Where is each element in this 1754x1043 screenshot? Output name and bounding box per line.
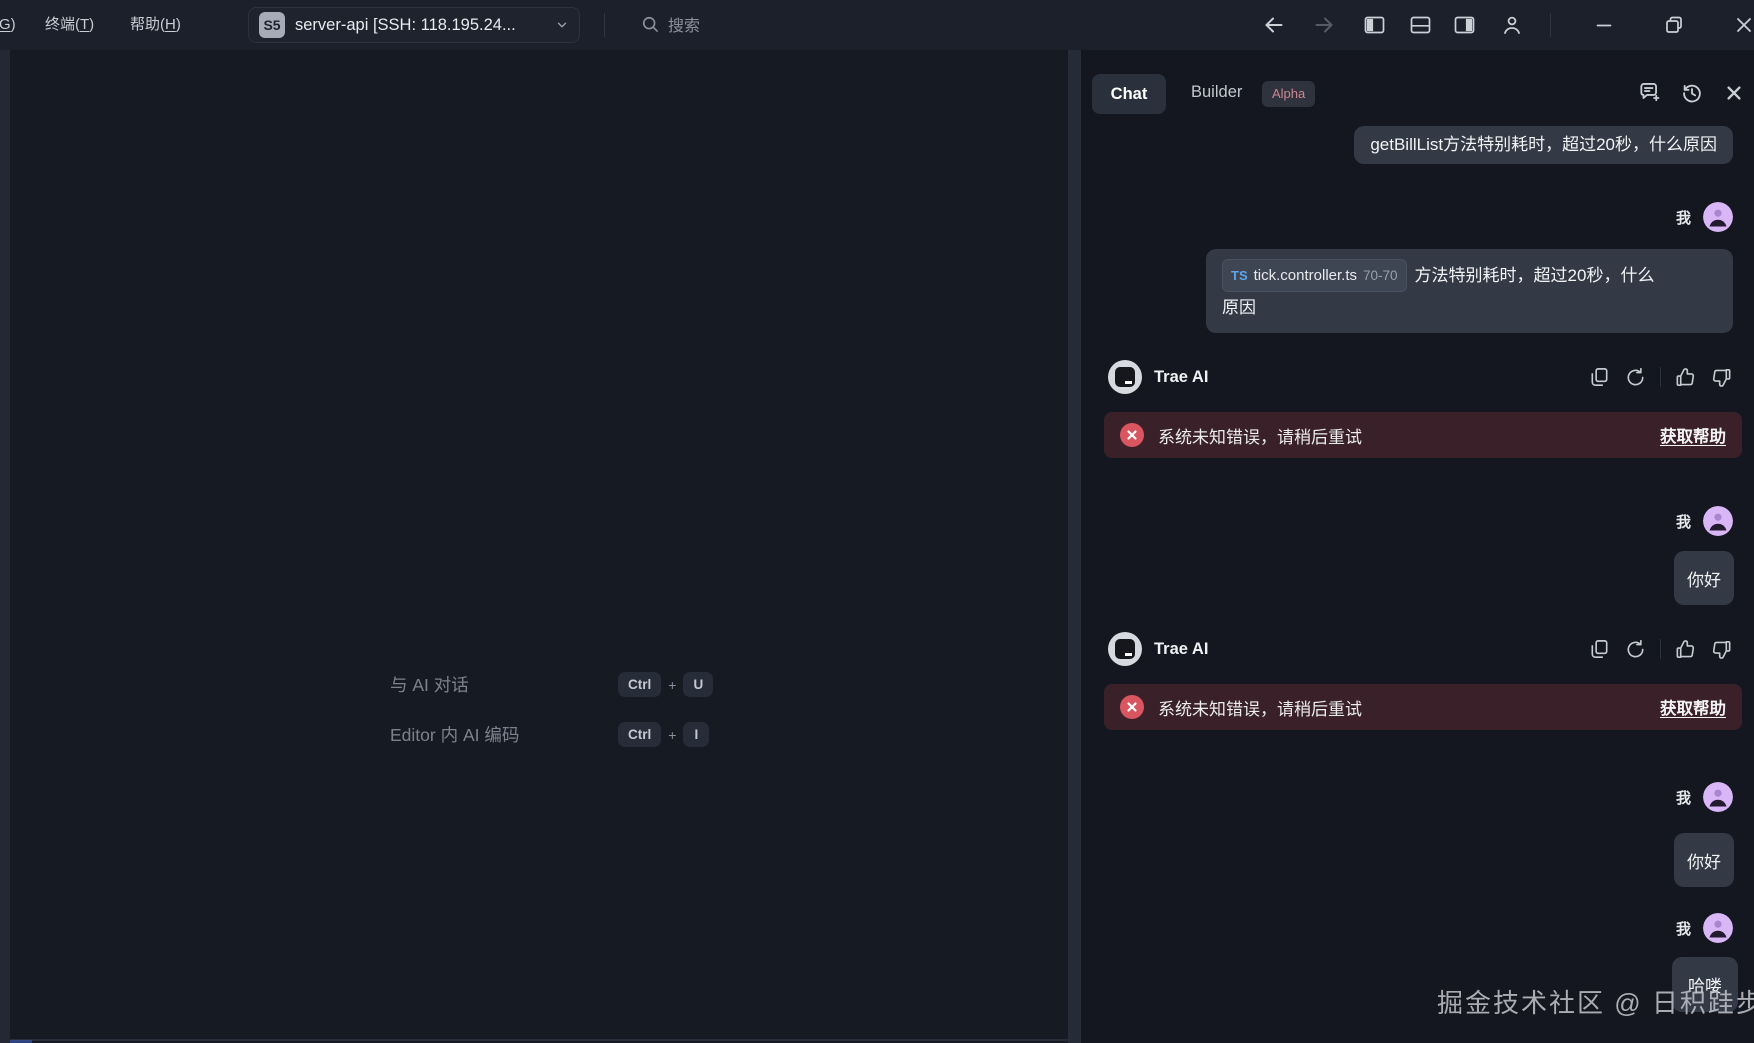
search-icon (640, 14, 660, 34)
user-meta-row: 我 (1676, 913, 1733, 943)
user-avatar (1703, 506, 1733, 536)
assistant-header-row: Trae AI (1108, 360, 1733, 394)
keycap-plus: + (668, 677, 676, 693)
workspace-title: server-api [SSH: 118.195.24... (295, 16, 516, 35)
actions-separator (1660, 367, 1661, 387)
ts-file-icon: TS (1231, 261, 1248, 290)
user-avatar (1703, 782, 1733, 812)
keycap-ctrl: Ctrl (618, 672, 661, 697)
tab-chat[interactable]: Chat (1092, 74, 1166, 114)
error-text: 系统未知错误，请稍后重试 (1158, 423, 1362, 448)
user-label: 我 (1676, 918, 1691, 939)
activity-bar-strip (0, 50, 10, 1043)
hint-inline-edit-label: Editor 内 AI 编码 (390, 722, 618, 747)
thumbs-down-icon[interactable] (1710, 366, 1733, 389)
user-meta-row: 我 (1676, 506, 1733, 536)
file-reference-chip[interactable]: TS tick.controller.ts 70-70 (1222, 259, 1407, 292)
menu-item-cut[interactable]: (G) (0, 14, 16, 36)
assistant-name: Trae AI (1154, 640, 1208, 659)
assistant-header-row: Trae AI (1108, 632, 1733, 666)
user-label: 我 (1676, 511, 1691, 532)
thumbs-down-icon[interactable] (1710, 638, 1733, 661)
menu-item-help[interactable]: 帮助(H) (130, 14, 181, 36)
title-bar: (G) 终端(T) 帮助(H) S5 server-api [SSH: 118.… (0, 0, 1754, 50)
user-label: 我 (1676, 787, 1691, 808)
search-input[interactable]: 搜索 (640, 12, 700, 36)
nav-forward-icon[interactable] (1312, 13, 1336, 37)
toggle-right-sidebar-icon[interactable] (1452, 13, 1476, 37)
hint-inline-edit-shortcut: Editor 内 AI 编码 Ctrl + I (390, 722, 709, 747)
user-label: 我 (1676, 207, 1691, 228)
trae-ai-avatar (1108, 632, 1142, 666)
nav-back-icon[interactable] (1262, 13, 1286, 37)
titlebar-separator-2 (1550, 13, 1551, 37)
copy-icon[interactable] (1588, 638, 1611, 661)
user-message-bubble-with-file: TS tick.controller.ts 70-70 方法特别耗时，超过20秒… (1206, 249, 1733, 333)
toggle-bottom-panel-icon[interactable] (1408, 13, 1432, 37)
user-message-bubble: getBillList方法特别耗时，超过20秒，什么原因 (1354, 126, 1733, 164)
editor-area[interactable]: 与 AI 对话 Ctrl + U Editor 内 AI 编码 Ctrl + I (10, 50, 1068, 1043)
menu-item-terminal[interactable]: 终端(T) (45, 14, 94, 36)
user-avatar (1703, 913, 1733, 943)
trae-ai-avatar (1108, 360, 1142, 394)
keycap-u: U (683, 672, 713, 697)
line-range: 70-70 (1363, 261, 1398, 290)
workspace-switcher[interactable]: S5 server-api [SSH: 118.195.24... (248, 7, 580, 43)
alpha-badge: Alpha (1262, 81, 1315, 107)
error-icon (1120, 695, 1144, 719)
error-icon (1120, 423, 1144, 447)
panel-resize-handle[interactable] (1068, 50, 1081, 1043)
keycap-ctrl: Ctrl (618, 722, 661, 747)
error-banner: 系统未知错误，请稍后重试 获取帮助 (1104, 684, 1742, 730)
hint-chat-label: 与 AI 对话 (390, 672, 618, 697)
new-chat-icon[interactable] (1637, 80, 1663, 106)
tab-builder[interactable]: Builder (1191, 83, 1242, 102)
watermark: 掘金技术社区 @ 日积跬步 (1437, 983, 1754, 1020)
message-text-line2: 原因 (1222, 293, 1717, 322)
hint-chat-shortcut: 与 AI 对话 Ctrl + U (390, 672, 713, 697)
user-message-bubble: 你好 (1674, 551, 1734, 605)
history-icon[interactable] (1679, 80, 1705, 106)
titlebar-separator (604, 13, 605, 37)
window-minimize-icon[interactable] (1592, 13, 1616, 37)
error-banner: 系统未知错误，请稍后重试 获取帮助 (1104, 412, 1742, 458)
search-placeholder: 搜索 (668, 12, 700, 36)
window-close-icon[interactable] (1732, 13, 1754, 37)
copy-icon[interactable] (1588, 366, 1611, 389)
user-meta-row: 我 (1676, 202, 1733, 232)
ai-chat-panel: Chat Builder Alpha getBillList方法特别耗时，超过2… (1081, 50, 1754, 1043)
actions-separator (1660, 639, 1661, 659)
keycap-plus: + (668, 727, 676, 743)
editor-bottom-line (10, 1039, 1068, 1041)
regenerate-icon[interactable] (1624, 638, 1647, 661)
thumbs-up-icon[interactable] (1674, 366, 1697, 389)
account-icon[interactable] (1500, 13, 1524, 37)
keycap-i: I (683, 722, 709, 747)
chevron-down-icon (555, 18, 569, 32)
thumbs-up-icon[interactable] (1674, 638, 1697, 661)
window-restore-icon[interactable] (1662, 13, 1686, 37)
user-meta-row: 我 (1676, 782, 1733, 812)
regenerate-icon[interactable] (1624, 366, 1647, 389)
assistant-name: Trae AI (1154, 368, 1208, 387)
toggle-left-sidebar-icon[interactable] (1362, 13, 1386, 37)
user-avatar (1703, 202, 1733, 232)
get-help-link[interactable]: 获取帮助 (1660, 695, 1726, 719)
error-text: 系统未知错误，请稍后重试 (1158, 695, 1362, 720)
panel-close-icon[interactable] (1721, 80, 1747, 106)
get-help-link[interactable]: 获取帮助 (1660, 423, 1726, 447)
file-name: tick.controller.ts (1254, 261, 1357, 290)
user-message-bubble: 你好 (1674, 833, 1734, 887)
workspace-badge: S5 (259, 12, 285, 38)
message-text-line1: 方法特别耗时，超过20秒，什么 (1415, 266, 1655, 285)
